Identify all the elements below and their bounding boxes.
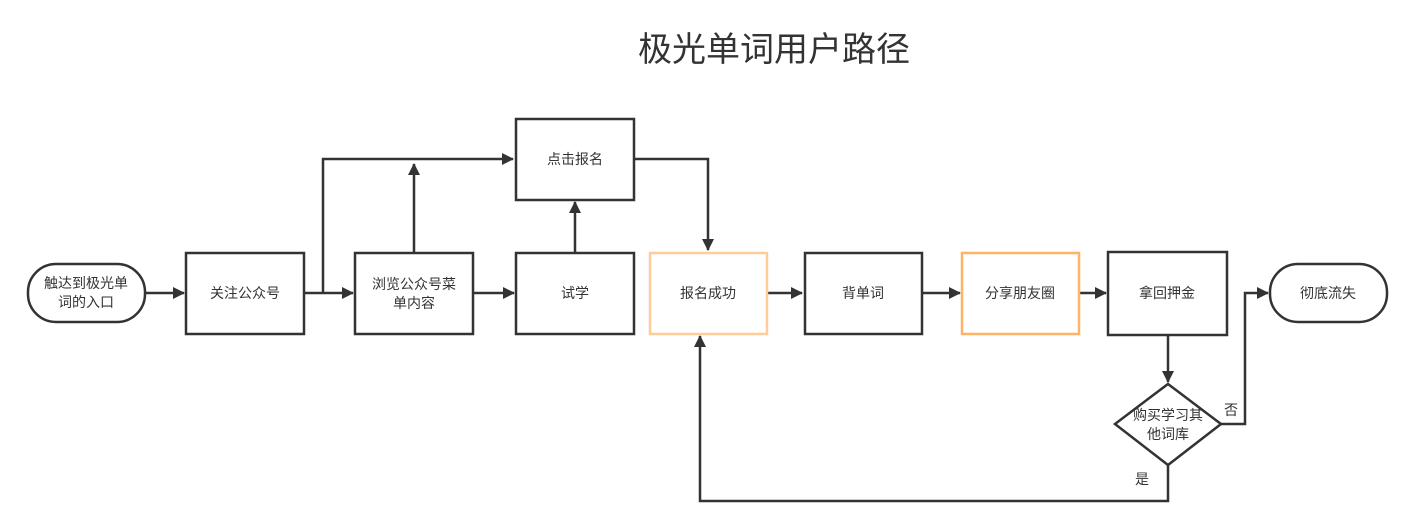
node-decision-label-line2: 他词库 [1147, 427, 1189, 443]
edge-label-no: 否 [1224, 403, 1238, 419]
node-decision[interactable] [1112, 382, 1224, 467]
node-entry-label-line2: 词的入口 [58, 295, 114, 311]
edge-decision-to-signup-success [694, 335, 1170, 503]
node-entry[interactable] [26, 262, 147, 324]
node-memorize-label: 背单词 [842, 286, 884, 302]
node-trial-label: 试学 [561, 286, 589, 302]
node-share-label: 分享朋友圈 [985, 285, 1055, 302]
edge-click-signup-to-signup-success [634, 157, 714, 251]
node-decision-label-line1: 购买学习其 [1133, 408, 1203, 424]
node-churn-label: 彻底流失 [1300, 286, 1356, 302]
node-signup-success-label: 报名成功 [680, 286, 736, 302]
node-follow-label: 关注公众号 [210, 286, 280, 302]
edge-label-yes: 是 [1135, 472, 1149, 488]
flowchart-canvas: 触达到极光单 词的入口 关注公众号 浏览公众号菜 单内容 点击报名 试学 报名成… [26, 117, 1389, 503]
node-click-signup-label: 点击报名 [547, 152, 603, 168]
node-browse[interactable] [353, 251, 475, 336]
node-browse-label-line2: 单内容 [393, 295, 435, 312]
node-refund-label: 拿回押金 [1139, 285, 1195, 302]
node-entry-label-line1: 触达到极光单 [44, 276, 128, 292]
node-browse-label-line1: 浏览公众号菜 [372, 277, 456, 293]
